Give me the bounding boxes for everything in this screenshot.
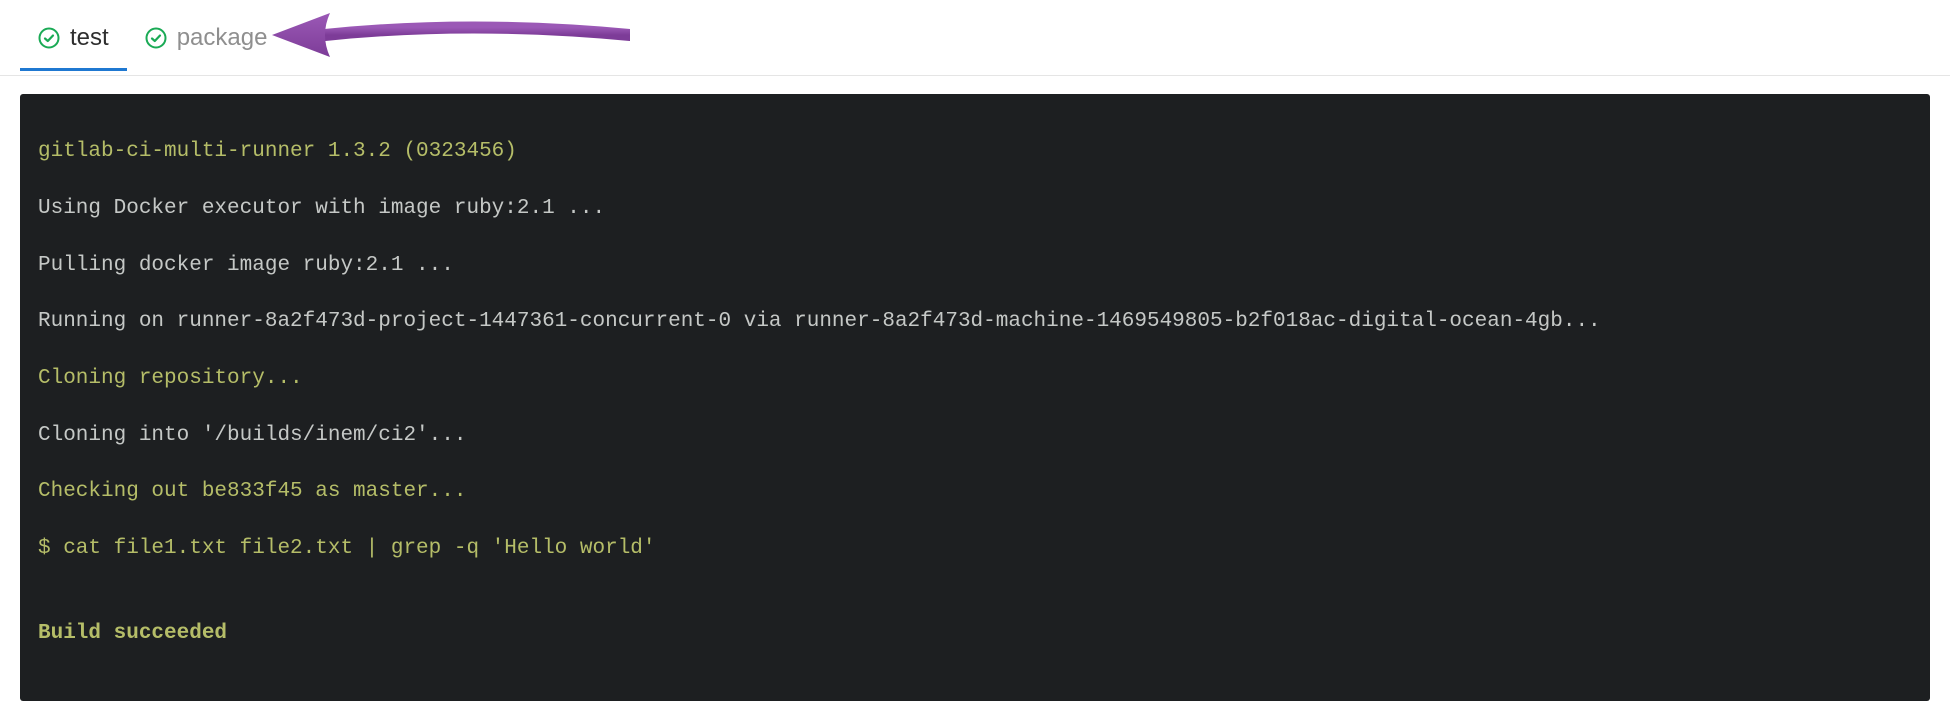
build-log-terminal: gitlab-ci-multi-runner 1.3.2 (0323456) U… [20, 94, 1930, 701]
log-line: Cloning into '/builds/inem/ci2'... [38, 422, 1912, 450]
log-line: Running on runner-8a2f473d-project-14473… [38, 308, 1912, 336]
log-line: gitlab-ci-multi-runner 1.3.2 (0323456) [38, 138, 1912, 166]
log-line: Using Docker executor with image ruby:2.… [38, 195, 1912, 223]
tab-label: test [70, 24, 109, 52]
log-line: Checking out be833f45 as master... [38, 478, 1912, 506]
tab-label: package [177, 24, 268, 52]
log-line: Cloning repository... [38, 365, 1912, 393]
status-passed-icon [145, 27, 167, 49]
log-line: Pulling docker image ruby:2.1 ... [38, 252, 1912, 280]
status-passed-icon [38, 27, 60, 49]
log-line: $ cat file1.txt file2.txt | grep -q 'Hel… [38, 535, 1912, 563]
log-line-build-succeeded: Build succeeded [38, 620, 1912, 648]
tab-package[interactable]: package [127, 6, 286, 70]
annotation-arrow [270, 10, 630, 70]
tabs-bar: test package [0, 0, 1950, 76]
tab-test[interactable]: test [20, 6, 127, 70]
